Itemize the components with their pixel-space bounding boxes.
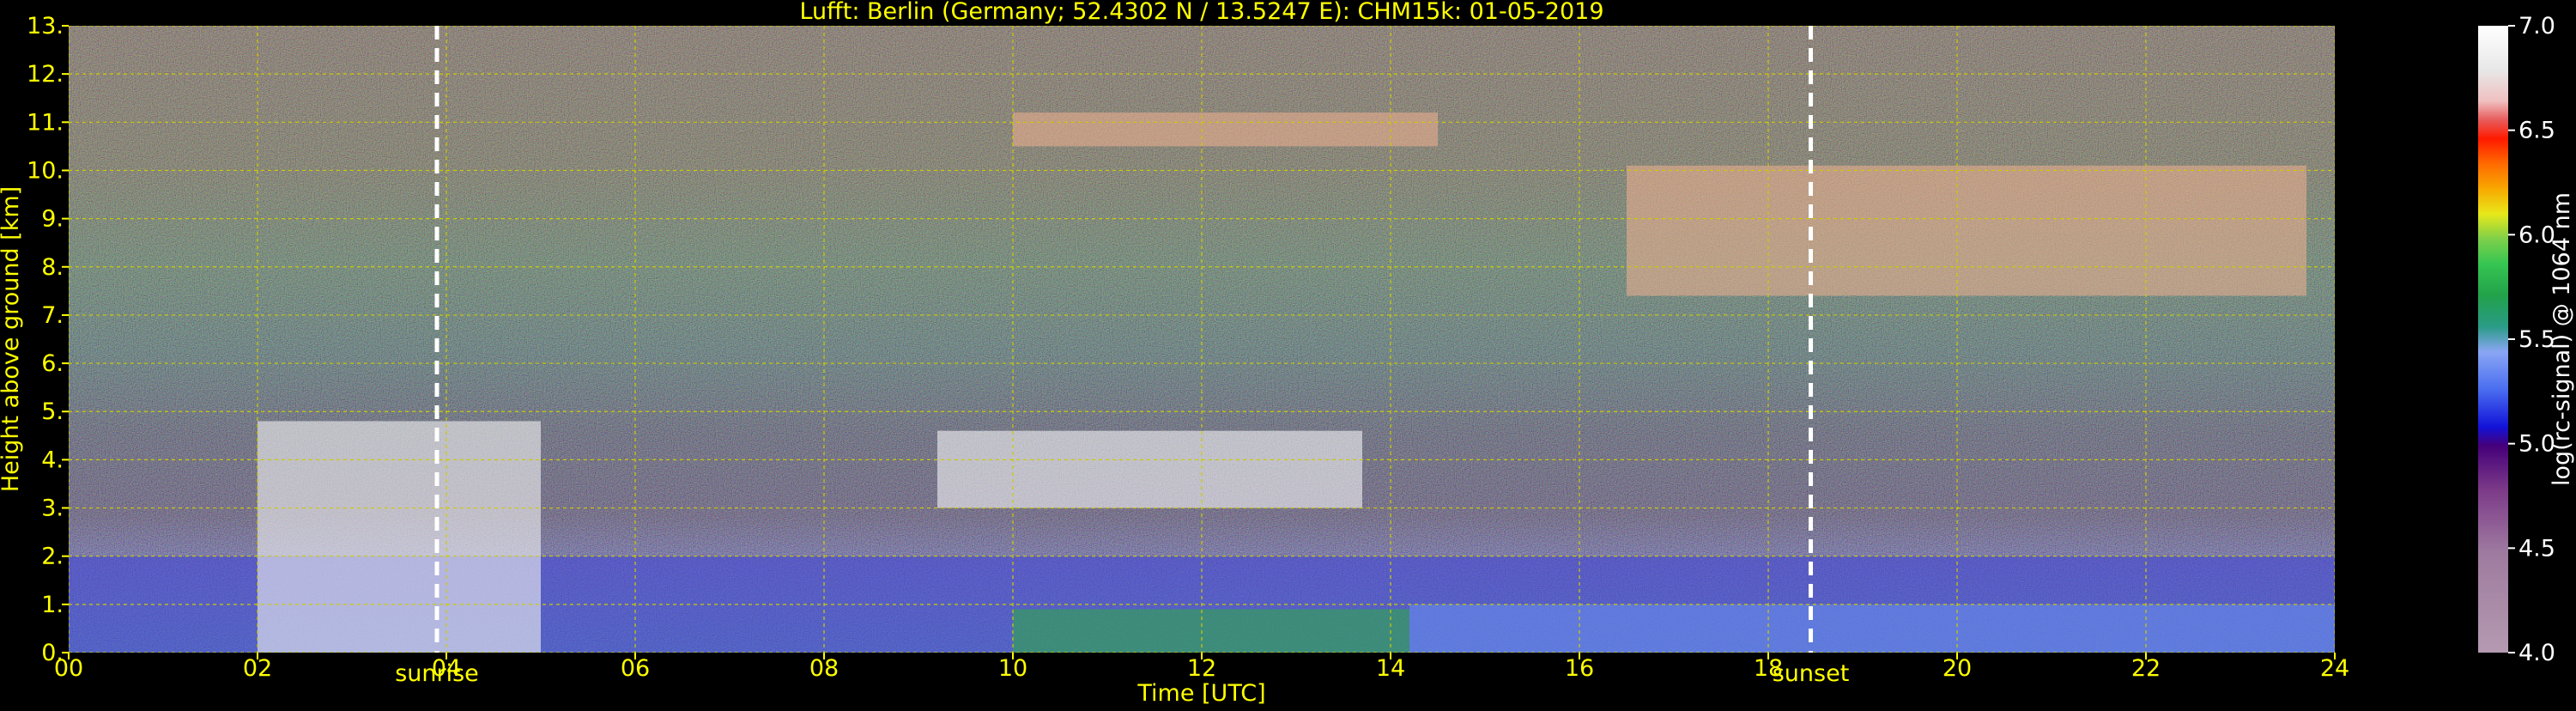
y-tick-label: 4.	[41, 447, 64, 473]
y-tick-label: 13.	[27, 13, 64, 40]
x-tick-label: 00	[54, 655, 83, 682]
chart-svg: Lufft: Berlin (Germany; 52.4302 N / 13.5…	[0, 0, 2575, 707]
y-tick-label: 8.	[41, 254, 64, 281]
x-tick-label: 14	[1376, 655, 1405, 682]
annotations: sunrise sunset	[395, 660, 1849, 687]
surface-aerosol-region	[1013, 609, 1409, 653]
x-tick-label: 10	[998, 655, 1027, 682]
event-label: sunset	[1773, 660, 1850, 687]
colorbar-tick-label: 4.0	[2518, 640, 2555, 666]
cirrus-region	[1013, 112, 1438, 147]
mid-cloud-region	[937, 430, 1362, 508]
chart-title: Lufft: Berlin (Germany; 52.4302 N / 13.5…	[799, 0, 1603, 25]
colorbar-tick-label: 7.0	[2518, 13, 2555, 40]
x-tick-label: 02	[243, 655, 272, 682]
plot-area	[69, 26, 2335, 653]
x-tick-label: 16	[1565, 655, 1594, 682]
x-tick-label: 24	[2320, 655, 2349, 682]
x-tick-label: 22	[2131, 655, 2161, 682]
y-tick-label: 11.	[27, 109, 64, 136]
y-tick-label: 6.	[41, 350, 64, 377]
colorbar-tick-label: 6.5	[2518, 118, 2555, 144]
x-tick-label: 20	[1943, 655, 1972, 682]
y-tick-label: 10.	[27, 157, 64, 184]
y-tick-label: 2.	[41, 544, 64, 570]
x-tick-label: 08	[809, 655, 839, 682]
y-tick-label: 12.	[27, 61, 64, 88]
y-tick-label: 7.	[41, 302, 64, 329]
y-axis-label: Height above ground [km]	[0, 186, 24, 492]
low-cloud-region	[258, 421, 541, 653]
colorbar-label: log(rc-signal) @ 1064 nm	[2549, 192, 2575, 486]
colorbar	[2478, 26, 2508, 653]
y-tick-label: 5.	[41, 398, 64, 425]
cirrus-region	[1627, 165, 2306, 296]
surface-aerosol-region	[1409, 604, 2335, 653]
colorbar-tick-label: 4.5	[2518, 535, 2555, 562]
event-label: sunrise	[395, 660, 479, 687]
x-tick-label: 06	[621, 655, 650, 682]
ceilometer-chart: Lufft: Berlin (Germany; 52.4302 N / 13.5…	[0, 0, 2576, 708]
y-axis: 0.1.2.3.4.5.6.7.8.9.10.11.12.13.	[27, 13, 69, 666]
y-tick-label: 3.	[41, 495, 64, 522]
y-tick-label: 1.	[41, 592, 64, 618]
y-tick-label: 9.	[41, 206, 64, 233]
x-tick-label: 12	[1187, 655, 1216, 682]
x-axis-label: Time [UTC]	[1136, 680, 1265, 707]
